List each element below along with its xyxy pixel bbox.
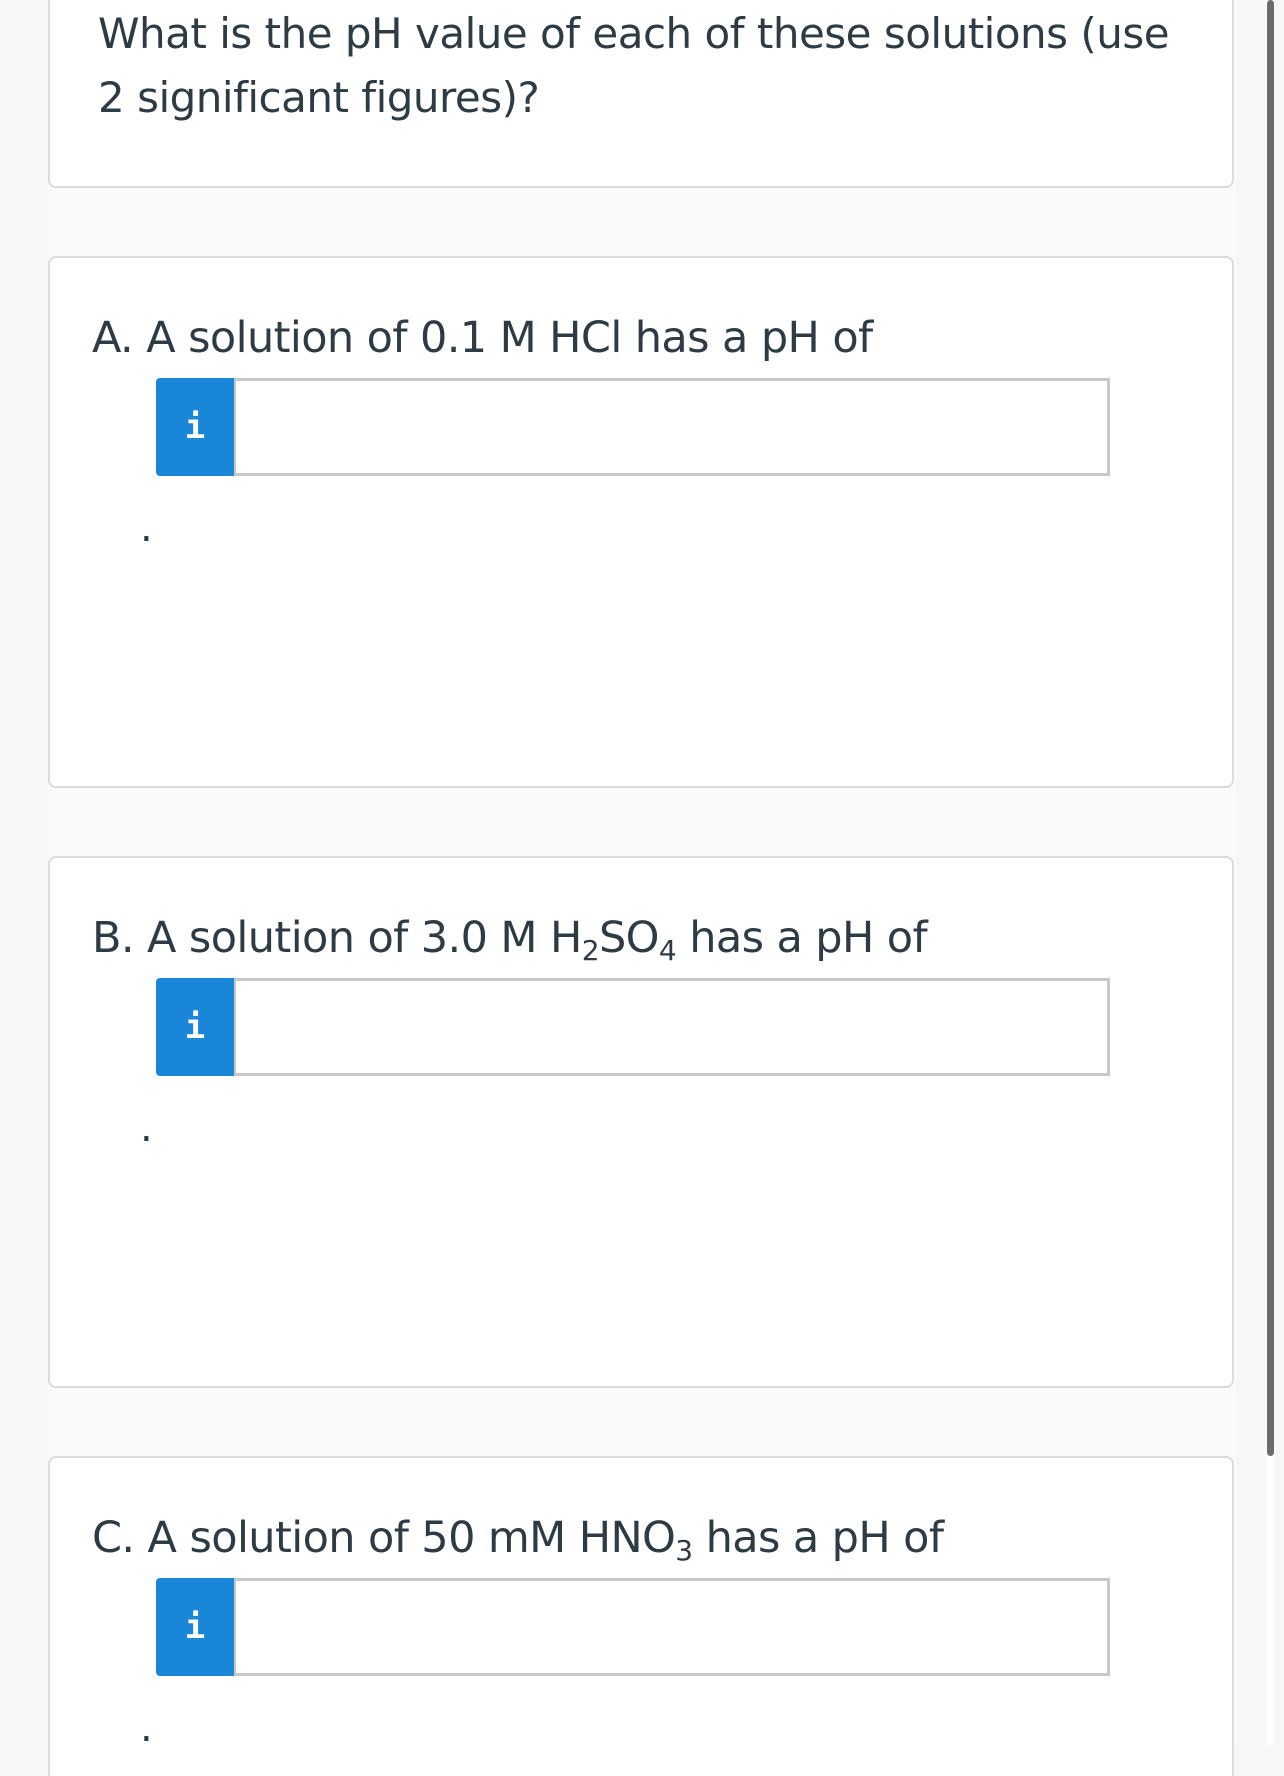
question-prompt: What is the pH value of each of these so…	[98, 9, 1170, 122]
question-a-label: A. A solution of 0.1 M HCl has a pH of	[92, 313, 873, 363]
question-c-label-part2: has a pH of	[692, 1513, 944, 1563]
question-b-label-part1: B. A solution of 3.0 M H	[92, 913, 582, 963]
answer-a-group: i	[156, 378, 1110, 476]
info-icon[interactable]: i	[156, 978, 234, 1076]
scrollbar-thumb[interactable]	[1267, 0, 1274, 1456]
answer-a-input[interactable]	[234, 378, 1110, 476]
answer-c-group: i	[156, 1578, 1110, 1676]
question-b-text: B. A solution of 3.0 M H2SO4 has a pH of	[92, 910, 928, 967]
info-icon[interactable]: i	[156, 1578, 234, 1676]
question-b-subscript-2: 4	[658, 934, 677, 967]
question-a-text: A. A solution of 0.1 M HCl has a pH of	[92, 310, 873, 366]
question-c-text: C. A solution of 50 mM HNO3 has a pH of	[92, 1510, 944, 1567]
question-intro-card: What is the pH value of each of these so…	[48, 0, 1234, 188]
answer-b-period: .	[140, 1105, 153, 1151]
question-b-subscript-1: 2	[581, 934, 600, 967]
question-b-label-part2: SO	[598, 913, 660, 963]
answer-c-input[interactable]	[234, 1578, 1110, 1676]
answer-b-group: i	[156, 978, 1110, 1076]
answer-a-period: .	[140, 505, 153, 551]
question-b-label-part3: has a pH of	[676, 913, 928, 963]
info-icon[interactable]: i	[156, 378, 234, 476]
question-c-subscript-1: 3	[675, 1534, 693, 1567]
answer-b-input[interactable]	[234, 978, 1110, 1076]
question-c-label-part1: C. A solution of 50 mM HNO	[92, 1513, 676, 1563]
answer-c-period: .	[140, 1705, 153, 1751]
